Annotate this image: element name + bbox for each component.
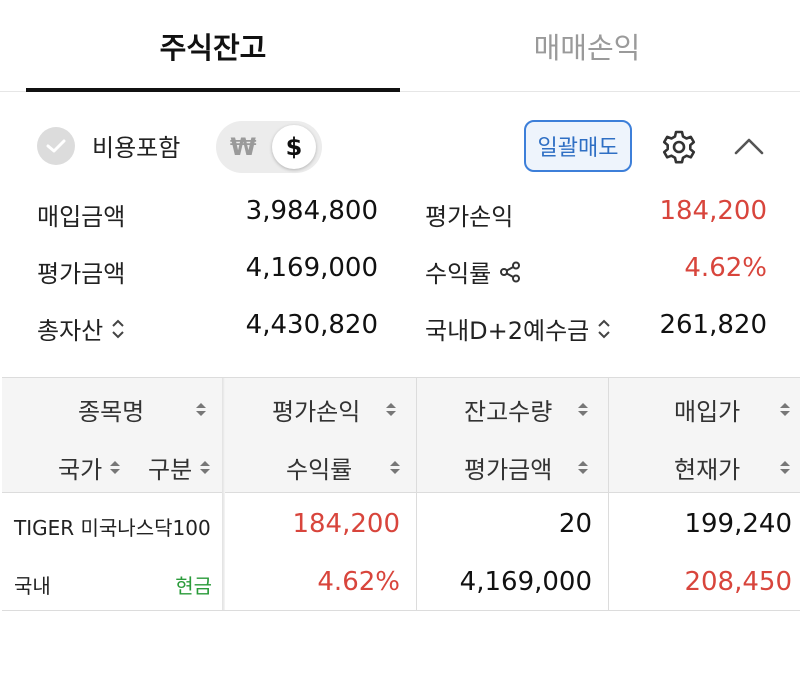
include-cost-checkbox[interactable] bbox=[37, 127, 75, 165]
row-eval-amount: 4,169,000 bbox=[459, 567, 592, 597]
sort-icon bbox=[780, 402, 791, 417]
column-divider bbox=[416, 378, 417, 610]
dollar-option[interactable]: $ bbox=[272, 125, 316, 169]
header-stock-name[interactable]: 종목명 bbox=[78, 392, 207, 427]
header-eval-amount[interactable]: 평가금액 bbox=[464, 450, 589, 485]
header-country-text: 국가 bbox=[58, 456, 103, 484]
buy-amount-value: 3,984,800 bbox=[245, 196, 378, 226]
eval-profit-value: 184,200 bbox=[659, 196, 767, 226]
header-stock-name-text: 종목명 bbox=[78, 398, 145, 426]
header-current-price[interactable]: 현재가 bbox=[674, 450, 791, 485]
active-tab-indicator bbox=[26, 88, 400, 92]
domestic-deposit-label[interactable]: 국내D+2예수금 bbox=[425, 311, 611, 346]
return-rate-label-text: 수익률 bbox=[425, 260, 492, 288]
header-quantity-text: 잔고수량 bbox=[464, 398, 553, 426]
row-quantity: 20 bbox=[558, 509, 592, 539]
tab-stock-balance[interactable]: 주식잔고 bbox=[26, 0, 400, 92]
header-return-rate-text: 수익률 bbox=[286, 456, 353, 484]
column-divider bbox=[608, 378, 609, 610]
header-type[interactable]: 구분 bbox=[148, 450, 211, 485]
header-eval-profit-text: 평가손익 bbox=[272, 398, 361, 426]
header-country[interactable]: 국가 bbox=[58, 450, 121, 485]
sort-icon bbox=[386, 402, 397, 417]
header-type-text: 구분 bbox=[148, 456, 193, 484]
currency-toggle[interactable]: ₩ $ bbox=[216, 121, 322, 173]
domestic-deposit-value: 261,820 bbox=[659, 310, 767, 340]
total-assets-value: 4,430,820 bbox=[245, 310, 378, 340]
row-buy-price: 199,240 bbox=[684, 509, 792, 539]
total-assets-label-text: 총자산 bbox=[37, 317, 104, 345]
sort-icon bbox=[196, 402, 207, 417]
eval-amount-label: 평가금액 bbox=[37, 260, 126, 288]
tab-trade-profit[interactable]: 매매손익 bbox=[400, 0, 774, 92]
header-buy-price-text: 매입가 bbox=[674, 398, 741, 426]
return-rate-value: 4.62% bbox=[684, 253, 767, 283]
column-divider bbox=[222, 378, 225, 610]
expand-updown-icon[interactable] bbox=[111, 318, 125, 340]
header-quantity[interactable]: 잔고수량 bbox=[464, 392, 589, 427]
tab-bar: 주식잔고 매매손익 bbox=[0, 0, 800, 92]
stock-name: TIGER 미국나스닥100 bbox=[14, 516, 211, 540]
sort-icon bbox=[110, 460, 121, 475]
header-current-price-text: 현재가 bbox=[674, 456, 741, 484]
domestic-deposit-label-text: 국내D+2예수금 bbox=[425, 317, 590, 345]
header-buy-price[interactable]: 매입가 bbox=[674, 392, 791, 427]
sort-icon bbox=[390, 460, 401, 475]
won-option[interactable]: ₩ bbox=[230, 133, 256, 161]
bulk-sell-button[interactable]: 일괄매도 bbox=[524, 120, 632, 172]
eval-amount-value: 4,169,000 bbox=[245, 253, 378, 283]
sort-icon bbox=[780, 460, 791, 475]
expand-updown-icon[interactable] bbox=[597, 318, 611, 340]
row-return-rate: 4.62% bbox=[317, 567, 400, 597]
sort-icon bbox=[200, 460, 211, 475]
eval-profit-label: 평가손익 bbox=[425, 203, 514, 231]
header-eval-amount-text: 평가금액 bbox=[464, 456, 553, 484]
row-current-price: 208,450 bbox=[684, 567, 792, 597]
header-return-rate[interactable]: 수익률 bbox=[286, 450, 401, 485]
sort-icon bbox=[578, 460, 589, 475]
sort-icon bbox=[578, 402, 589, 417]
include-cost-label[interactable]: 비용포함 bbox=[92, 128, 180, 163]
chevron-up-icon[interactable] bbox=[733, 134, 765, 158]
holdings-table: 종목명 평가손익 잔고수량 매입가 국가 구분 수익률 평가금액 현재가 TIG… bbox=[2, 377, 800, 611]
check-icon bbox=[46, 139, 66, 153]
total-assets-label[interactable]: 총자산 bbox=[37, 311, 125, 346]
return-rate-label[interactable]: 수익률 bbox=[425, 254, 521, 289]
row-country: 국내 bbox=[14, 574, 51, 598]
row-type: 현금 bbox=[175, 574, 212, 598]
share-icon[interactable] bbox=[499, 261, 521, 283]
row-eval-profit: 184,200 bbox=[292, 509, 400, 539]
buy-amount-label: 매입금액 bbox=[37, 203, 126, 231]
gear-icon[interactable] bbox=[661, 129, 697, 165]
header-eval-profit[interactable]: 평가손익 bbox=[272, 392, 397, 427]
